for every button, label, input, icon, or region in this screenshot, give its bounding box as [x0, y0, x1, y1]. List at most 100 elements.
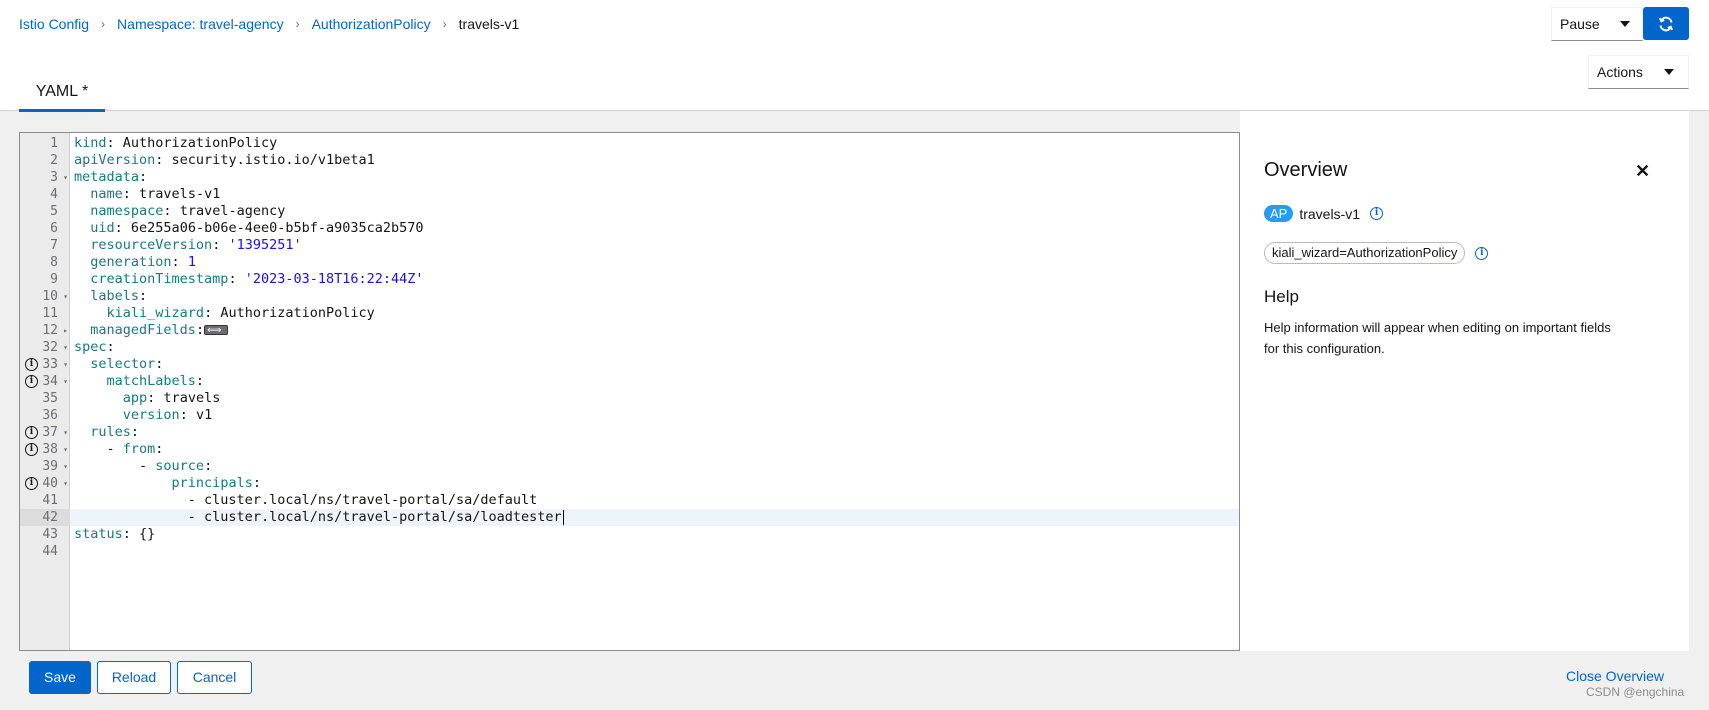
help-text: Help information will appear when editin…	[1264, 320, 1611, 356]
line-number-text: 8	[50, 255, 58, 270]
code-line[interactable]: resourceVersion: '1395251'	[70, 237, 1239, 254]
breadcrumb: Istio Config › Namespace: travel-agency …	[19, 14, 519, 34]
code-line[interactable]: name: travels-v1	[70, 186, 1239, 203]
breadcrumb-namespace[interactable]: Namespace: travel-agency	[117, 14, 284, 34]
actions-label: Actions	[1597, 64, 1643, 80]
line-number-text: 40	[42, 476, 58, 491]
line-number-text: 35	[42, 391, 58, 406]
line-number: 4	[20, 186, 70, 203]
caret-down-icon	[1620, 21, 1630, 27]
line-number-text: 3	[50, 170, 58, 185]
fold-collapse-icon[interactable]: ▾	[63, 475, 68, 492]
fold-collapse-icon[interactable]: ▾	[63, 169, 68, 186]
line-number-text: 10	[42, 289, 58, 304]
line-number-text: 38	[42, 442, 58, 457]
chevron-right-icon: ›	[295, 17, 300, 31]
line-number: 7	[20, 237, 70, 254]
fold-collapse-icon[interactable]: ▾	[63, 356, 68, 373]
save-button[interactable]: Save	[29, 661, 91, 694]
code-line[interactable]: - cluster.local/ns/travel-portal/sa/defa…	[70, 492, 1239, 509]
line-number: 8	[20, 254, 70, 271]
overview-panel: Overview ✕ AP travels-v1 i kiali_wizard=…	[1240, 111, 1689, 651]
code-line[interactable]: rules:	[70, 424, 1239, 441]
close-icon[interactable]: ✕	[1635, 161, 1650, 182]
tab-yaml[interactable]: YAML *	[19, 80, 105, 112]
actions-dropdown[interactable]: Actions	[1588, 55, 1689, 89]
line-number: 43	[20, 526, 70, 543]
line-number: 2	[20, 152, 70, 169]
code-line[interactable]: kiali_wizard: AuthorizationPolicy	[70, 305, 1239, 322]
overview-labels: kiali_wizard=AuthorizationPolicy i	[1264, 242, 1489, 264]
line-number-text: 2	[50, 153, 58, 168]
line-number-text: 4	[50, 187, 58, 202]
info-icon[interactable]: i	[1370, 207, 1384, 220]
breadcrumb-current: travels-v1	[458, 16, 520, 32]
fold-collapse-icon[interactable]: ▾	[63, 441, 68, 458]
line-number-text: 39	[42, 459, 58, 474]
line-number: 34 ▾ i	[20, 373, 70, 390]
editor-code-area[interactable]: kind: AuthorizationPolicy apiVersion: sec…	[70, 133, 1239, 650]
fold-collapse-icon[interactable]: ▾	[63, 424, 68, 441]
close-overview-link[interactable]: Close Overview	[1566, 668, 1664, 684]
line-number: 11	[20, 305, 70, 322]
help-title: Help	[1264, 287, 1299, 306]
info-icon[interactable]: i	[25, 477, 38, 490]
info-icon[interactable]: i	[25, 375, 38, 388]
code-line[interactable]: - cluster.local/ns/travel-portal/sa/load…	[70, 509, 1239, 526]
code-line[interactable]: - source:	[70, 458, 1239, 475]
code-line[interactable]: version: v1	[70, 407, 1239, 424]
code-line[interactable]	[70, 543, 1239, 560]
info-icon[interactable]: i	[1475, 246, 1489, 260]
code-line[interactable]: metadata:	[70, 169, 1239, 186]
code-line[interactable]: matchLabels:	[70, 373, 1239, 390]
overview-title: Overview	[1264, 159, 1348, 181]
info-icon[interactable]: i	[25, 358, 38, 371]
line-number: 42	[20, 509, 70, 526]
line-number-text: 32	[42, 340, 58, 355]
code-line[interactable]: generation: 1	[70, 254, 1239, 271]
info-icon[interactable]: i	[25, 443, 38, 456]
code-line[interactable]: uid: 6e255a06-b06e-4ee0-b5bf-a9035ca2b57…	[70, 220, 1239, 237]
chevron-right-icon: ›	[101, 17, 106, 31]
watermark: CSDN @engchina	[1586, 685, 1685, 699]
line-number-text: 11	[42, 306, 58, 321]
line-number: 3 ▾	[20, 169, 70, 186]
pause-select-label: Pause	[1560, 16, 1600, 32]
code-line[interactable]: app: travels	[70, 390, 1239, 407]
line-number: 32 ▾	[20, 339, 70, 356]
cancel-button[interactable]: Cancel	[177, 661, 252, 694]
code-line[interactable]: principals:	[70, 475, 1239, 492]
code-line[interactable]: spec:	[70, 339, 1239, 356]
label-chip: kiali_wizard=AuthorizationPolicy	[1264, 242, 1466, 264]
info-icon[interactable]: i	[25, 426, 38, 439]
code-line[interactable]: creationTimestamp: '2023-03-18T16:22:44Z…	[70, 271, 1239, 288]
code-line[interactable]: apiVersion: security.istio.io/v1beta1	[70, 152, 1239, 169]
line-number: 9	[20, 271, 70, 288]
code-line[interactable]: selector:	[70, 356, 1239, 373]
fold-collapse-icon[interactable]: ▾	[63, 458, 68, 475]
code-line[interactable]: managedFields:	[70, 322, 1239, 339]
code-line[interactable]: labels:	[70, 288, 1239, 305]
pause-select[interactable]: Pause	[1551, 7, 1643, 41]
fold-collapse-icon[interactable]: ▾	[63, 373, 68, 390]
line-number-text: 41	[42, 493, 58, 508]
fold-collapse-icon[interactable]: ▾	[63, 339, 68, 356]
overview-resource: AP travels-v1 i	[1264, 205, 1384, 222]
code-line[interactable]: kind: AuthorizationPolicy	[70, 135, 1239, 152]
breadcrumb-authorizationpolicy[interactable]: AuthorizationPolicy	[312, 14, 431, 34]
code-line[interactable]: status: {}	[70, 526, 1239, 543]
line-number-text: 6	[50, 221, 58, 236]
code-line[interactable]: - from:	[70, 441, 1239, 458]
fold-collapse-icon[interactable]: ▾	[63, 288, 68, 305]
fold-expand-icon[interactable]: ▸	[63, 322, 68, 339]
folded-region-icon[interactable]	[204, 322, 229, 339]
reload-button[interactable]: Reload	[97, 661, 171, 694]
breadcrumb-istio-config[interactable]: Istio Config	[19, 14, 89, 34]
yaml-editor[interactable]: 1 2 3 ▾ 4 5 6 7 8 9 10 ▾ 11 12 ▸ 32 ▾ 33 ▾ i 34 ▾ i 35 36 37 ▾ i 38 ▾…	[19, 132, 1240, 651]
code-line[interactable]: namespace: travel-agency	[70, 203, 1239, 220]
refresh-button[interactable]	[1643, 7, 1689, 40]
line-number: 39 ▾	[20, 458, 70, 475]
line-number-text: 9	[50, 272, 58, 287]
line-number: 44	[20, 543, 70, 560]
line-number-text: 34	[42, 374, 58, 389]
